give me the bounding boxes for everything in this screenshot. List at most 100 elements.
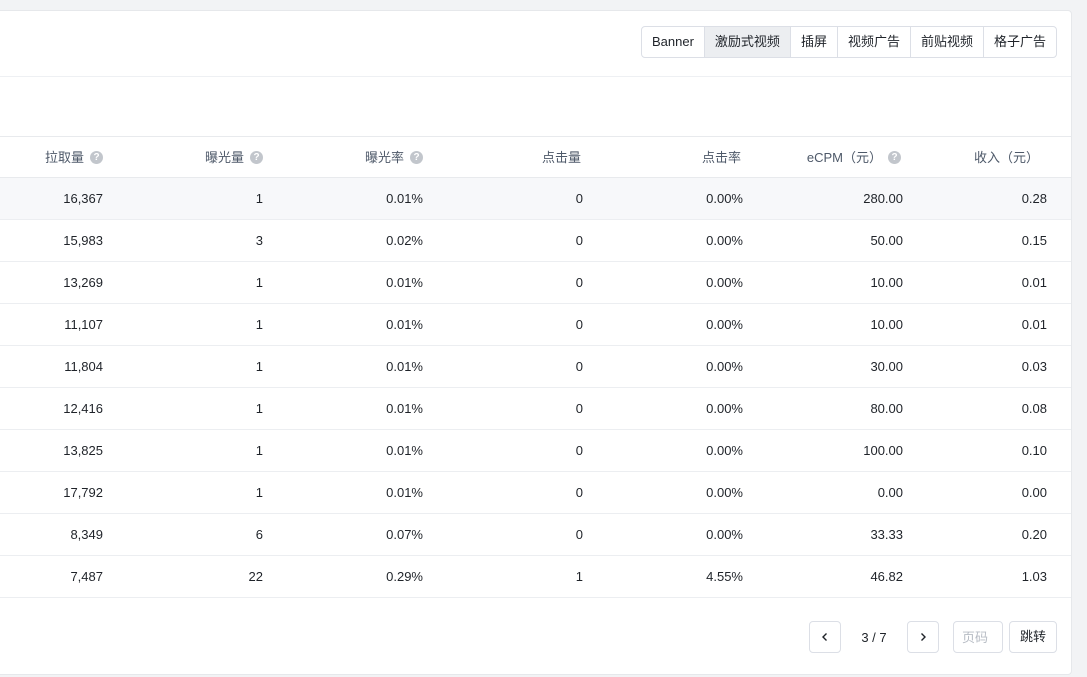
table-cell: 17,792 — [63, 485, 103, 500]
table-cell: 0.02% — [386, 233, 423, 248]
table-cell: 1 — [255, 275, 263, 290]
page-number-input[interactable] — [952, 621, 1003, 653]
table-cell: 0.10 — [1021, 443, 1047, 458]
help-icon[interactable]: ? — [250, 151, 263, 164]
table-row: 8,349 6 0.07% 0 0.00% 33.33 0.20 — [0, 514, 1071, 556]
col-header-ctr: 点击率 — [701, 150, 741, 165]
col-header-clicks: 点击量 — [541, 150, 581, 165]
table-cell: 10.00 — [870, 275, 903, 290]
table-cell: 7,487 — [70, 569, 103, 584]
ad-type-interstitial[interactable]: 插屏 — [789, 27, 837, 57]
help-icon[interactable]: ? — [90, 151, 103, 164]
table-cell: 0.29% — [386, 569, 423, 584]
table-row: 11,107 1 0.01% 0 0.00% 10.00 0.01 — [0, 304, 1071, 346]
table-cell: 1 — [255, 443, 263, 458]
table-row: 12,416 1 0.01% 0 0.00% 80.00 0.08 — [0, 388, 1071, 430]
table-row: 17,792 1 0.01% 0 0.00% 0.00 0.00 — [0, 472, 1071, 514]
pagination: 3 / 7 跳转 — [808, 621, 1057, 653]
data-table: 拉取量 ? 曝光量 ? 曝光率 ? 点击量 点击率 eCPM（元） ? 收入（元… — [0, 137, 1071, 598]
table-cell: 16,367 — [63, 191, 103, 206]
table-cell: 13,269 — [63, 275, 103, 290]
table-cell: 11,107 — [64, 317, 103, 332]
table-cell: 0.01% — [386, 401, 423, 416]
table-cell: 0.00% — [706, 275, 743, 290]
table-cell: 0.15 — [1021, 233, 1047, 248]
jump-button[interactable]: 跳转 — [1008, 621, 1057, 653]
filter-area — [0, 77, 1071, 137]
table-row: 15,983 3 0.02% 0 0.00% 50.00 0.15 — [0, 220, 1071, 262]
ad-type-video-ad[interactable]: 视频广告 — [836, 27, 910, 57]
col-header-revenue: 收入（元） — [973, 150, 1039, 165]
table-cell: 0.28 — [1021, 191, 1047, 206]
help-icon[interactable]: ? — [410, 151, 423, 164]
table-cell: 0.01 — [1021, 317, 1047, 332]
table-cell: 0.00% — [706, 233, 743, 248]
table-row: 11,804 1 0.01% 0 0.00% 30.00 0.03 — [0, 346, 1071, 388]
table-cell: 0 — [575, 233, 583, 248]
next-page-button[interactable] — [906, 621, 939, 653]
table-cell: 0.01% — [386, 359, 423, 374]
table-cell: 1 — [255, 359, 263, 374]
col-header-impressions: 曝光量 ? — [205, 137, 263, 178]
table-cell: 50.00 — [870, 233, 903, 248]
help-icon[interactable]: ? — [888, 151, 901, 164]
table-cell: 13,825 — [63, 443, 103, 458]
table-body: 16,367 1 0.01% 0 0.00% 280.00 0.28 15,983 3 0.02%… — [0, 178, 1071, 598]
ad-type-banner[interactable]: Banner — [642, 27, 704, 57]
table-cell: 80.00 — [870, 401, 903, 416]
chevron-left-icon — [821, 633, 827, 641]
table-cell: 1 — [575, 569, 583, 584]
table-row: 13,269 1 0.01% 0 0.00% 10.00 0.01 — [0, 262, 1071, 304]
table-cell: 0.01% — [386, 317, 423, 332]
table-cell: 8,349 — [70, 527, 103, 542]
table-row: 7,487 22 0.29% 1 4.55% 46.82 1.03 — [0, 556, 1071, 598]
prev-page-button[interactable] — [808, 621, 841, 653]
table-cell: 0.01% — [386, 191, 423, 206]
table-cell: 0.00% — [706, 191, 743, 206]
table-cell: 15,983 — [63, 233, 103, 248]
col-header-impression-rate: 曝光率 ? — [365, 137, 423, 178]
data-card: Banner 激励式视频 插屏 视频广告 前贴视频 格子广告 拉取量 ? 曝光量… — [0, 10, 1072, 675]
ad-type-grid-ad[interactable]: 格子广告 — [982, 27, 1056, 57]
table-cell: 0.01% — [386, 443, 423, 458]
table-cell: 280.00 — [863, 191, 903, 206]
table-cell: 33.33 — [870, 527, 903, 542]
table-cell: 1 — [255, 485, 263, 500]
table-cell: 0.00% — [706, 359, 743, 374]
table-cell: 0.00% — [706, 527, 743, 542]
table-cell: 0.01 — [1021, 275, 1047, 290]
table-header: 拉取量 ? 曝光量 ? 曝光率 ? 点击量 点击率 eCPM（元） ? 收入（元… — [0, 137, 1071, 178]
table-cell: 1.03 — [1021, 569, 1047, 584]
table-cell: 10.00 — [870, 317, 903, 332]
table-cell: 0.00% — [706, 317, 743, 332]
table-cell: 0.03 — [1021, 359, 1047, 374]
col-header-ecpm: eCPM（元） ? — [807, 137, 901, 178]
table-cell: 100.00 — [863, 443, 903, 458]
table-cell: 0.00 — [1021, 485, 1047, 500]
table-cell: 1 — [255, 191, 263, 206]
table-cell: 0.01% — [386, 275, 423, 290]
col-header-fetch: 拉取量 ? — [45, 137, 103, 178]
table-cell: 0.08 — [1021, 401, 1047, 416]
ad-type-rewarded-video[interactable]: 激励式视频 — [703, 27, 790, 57]
table-cell: 4.55% — [706, 569, 743, 584]
chevron-right-icon — [920, 633, 926, 641]
table-cell: 3 — [255, 233, 263, 248]
table-row: 16,367 1 0.01% 0 0.00% 280.00 0.28 — [0, 178, 1071, 220]
table-cell: 0 — [575, 359, 583, 374]
table-cell: 0.00% — [706, 485, 743, 500]
table-cell: 0 — [575, 317, 583, 332]
table-cell: 0 — [575, 443, 583, 458]
table-cell: 0 — [575, 275, 583, 290]
card-header: Banner 激励式视频 插屏 视频广告 前贴视频 格子广告 — [0, 11, 1071, 77]
table-cell: 0.00 — [877, 485, 903, 500]
table-cell: 11,804 — [64, 359, 103, 374]
table-cell: 46.82 — [870, 569, 903, 584]
table-cell: 0 — [575, 401, 583, 416]
table-cell: 0 — [575, 527, 583, 542]
ad-type-preroll-video[interactable]: 前贴视频 — [909, 27, 983, 57]
ad-type-switch: Banner 激励式视频 插屏 视频广告 前贴视频 格子广告 — [641, 26, 1057, 58]
table-cell: 30.00 — [870, 359, 903, 374]
table-cell: 0.20 — [1021, 527, 1047, 542]
table-cell: 0.00% — [706, 443, 743, 458]
